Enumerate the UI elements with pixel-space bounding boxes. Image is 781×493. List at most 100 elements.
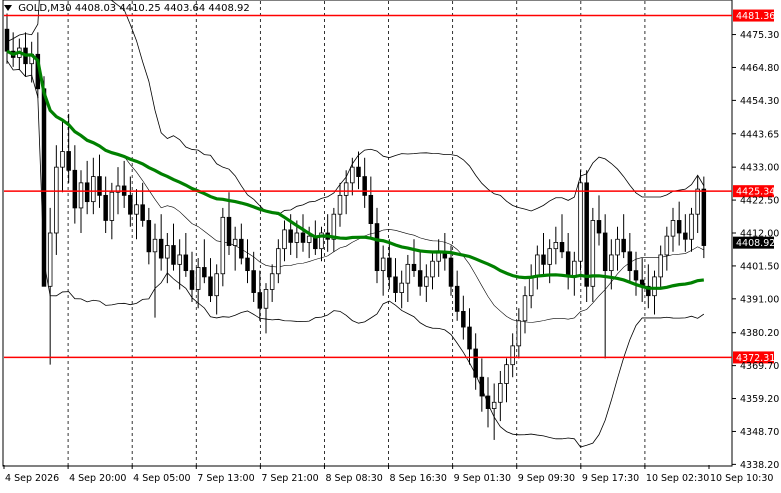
level-price-label: 4481.36 — [736, 11, 775, 22]
candle-body — [609, 254, 614, 272]
candle-body — [189, 270, 195, 290]
chart-window[interactable]: 4481.36 4425.34 4372.31 4408.92 4475.30 4464… — [0, 0, 781, 489]
candle-body — [467, 326, 472, 350]
x-tick-label: 8 Sep 16:30 — [390, 473, 447, 484]
y-tick-label: 4401.50 — [740, 261, 779, 272]
candle-body — [165, 245, 170, 259]
y-tick-label: 4464.80 — [740, 63, 779, 74]
x-tick-label: 7 Sep 21:00 — [261, 473, 318, 484]
candle-body — [405, 263, 411, 284]
candle-body — [177, 254, 182, 265]
candle-body — [516, 320, 522, 347]
price-chart[interactable]: 4481.364425.344372.314408.92 4475.304464… — [0, 0, 781, 489]
candle-body — [4, 28, 10, 52]
candle-body — [417, 270, 423, 287]
candle-body — [380, 257, 386, 272]
candle-body — [306, 235, 312, 243]
collapse-triangle-icon[interactable] — [4, 5, 12, 11]
candle-body — [454, 285, 460, 312]
candle-body — [461, 310, 466, 328]
candle-body — [232, 238, 238, 246]
candle-body — [578, 182, 583, 262]
candle-body — [245, 257, 250, 272]
candle-body — [683, 232, 688, 240]
candle-body — [239, 238, 244, 259]
x-tick-label: 9 Sep 01:30 — [454, 473, 511, 484]
candle-body — [565, 251, 571, 278]
candle-body — [103, 194, 108, 221]
candle-body — [393, 276, 398, 293]
candle-body — [473, 348, 478, 378]
candle-body — [430, 260, 435, 278]
candle-body — [195, 267, 201, 290]
candle-body — [226, 216, 232, 246]
price-axis: 4475.30 4464.80 4454.30 4443.65 4433.00 4422.… — [732, 30, 779, 471]
candle-body — [535, 254, 540, 278]
candle-body — [479, 376, 485, 397]
candle-body — [670, 220, 676, 237]
candle-body — [152, 238, 158, 253]
candle-body — [97, 176, 102, 196]
candle-body — [41, 88, 47, 287]
candle-body — [621, 238, 626, 253]
candle-body — [652, 276, 657, 297]
candle-body — [294, 232, 300, 243]
y-tick-label: 4475.30 — [740, 30, 779, 41]
candle-body — [658, 254, 663, 278]
candle-body — [572, 260, 577, 278]
candle-body — [399, 282, 404, 293]
candle-body — [689, 213, 694, 240]
candle-body — [276, 248, 281, 275]
candle-body — [60, 151, 65, 168]
candle-body — [615, 238, 620, 256]
candle-body — [553, 242, 559, 250]
candle-body — [158, 238, 164, 259]
y-tick-label: 4348.70 — [740, 427, 779, 438]
candle-body — [337, 194, 343, 215]
candle-body — [528, 276, 534, 297]
candle-body — [547, 248, 552, 265]
y-tick-label: 4338.20 — [740, 460, 779, 471]
candle-body — [356, 166, 361, 177]
y-tick-label: 4412.00 — [740, 229, 779, 240]
candle-body — [695, 188, 700, 215]
x-tick-label: 4 Sep 05:00 — [133, 473, 190, 484]
x-tick-label: 8 Sep 08:30 — [325, 473, 382, 484]
candle-body — [140, 204, 145, 221]
candle-body — [602, 232, 608, 272]
y-tick-label: 4433.00 — [740, 163, 779, 174]
candle-body — [146, 220, 152, 253]
candle-body — [491, 401, 497, 409]
candle-body — [78, 182, 84, 209]
plot-border — [2, 0, 733, 467]
candle-body — [350, 166, 355, 184]
candle-body — [257, 292, 263, 309]
x-tick-label: 9 Sep 09:30 — [518, 473, 575, 484]
candle-body — [251, 270, 256, 293]
candle-body — [633, 270, 639, 281]
candle-body — [134, 204, 139, 215]
symbol-info-bar: GOLD,M30 4408.03 4410.25 4403.64 4408.92 — [4, 3, 250, 14]
candle-body — [374, 223, 380, 272]
candle-body — [263, 289, 269, 309]
candle-body — [269, 273, 275, 290]
y-tick-label: 4391.00 — [740, 294, 779, 305]
candle-body — [343, 182, 349, 196]
x-tick-label: 4 Sep 20:00 — [69, 473, 126, 484]
candle-body — [498, 383, 503, 403]
x-tick-label: 4 Sep 2026 — [5, 473, 59, 484]
candle-body — [541, 254, 546, 265]
y-tick-label: 4443.65 — [740, 129, 779, 140]
candle-body — [72, 169, 78, 209]
candle-body — [91, 176, 96, 203]
candle-body — [664, 235, 670, 256]
candle-body — [220, 216, 226, 275]
candle-body — [411, 263, 417, 272]
candle-body — [208, 276, 213, 297]
candle-body — [448, 257, 454, 287]
candle-body — [627, 251, 633, 272]
symbol-label: GOLD,M30 — [18, 3, 72, 14]
candle-body — [676, 220, 682, 234]
candle-body — [84, 182, 90, 203]
candle-body — [282, 229, 287, 250]
